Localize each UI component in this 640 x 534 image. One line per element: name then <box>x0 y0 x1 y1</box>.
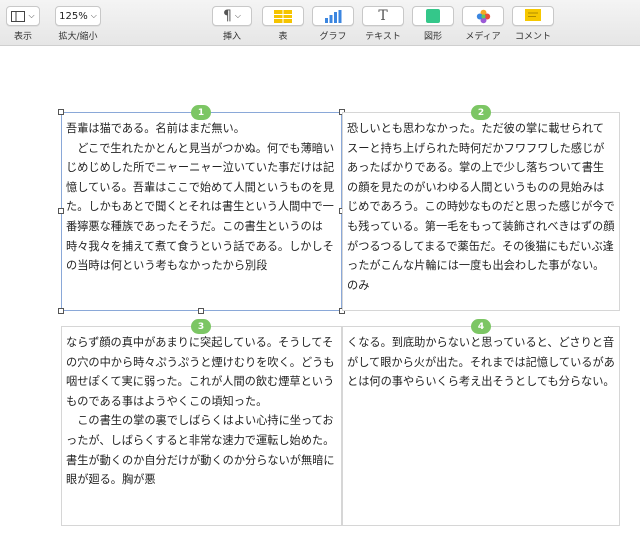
media-button[interactable] <box>462 6 504 26</box>
text-control[interactable]: T テキスト <box>362 6 404 42</box>
frame-text-3[interactable]: ならず顔の真中があまりに突起している。そうしてその穴の中から時々ぷうぷうと煙けむ… <box>66 333 337 490</box>
chart-control[interactable]: グラフ <box>312 6 354 42</box>
chevron-down-icon: ⌵ <box>234 11 241 20</box>
table-control[interactable]: 表 <box>262 6 304 42</box>
pilcrow-icon: ¶ <box>223 8 232 24</box>
text-frame-3[interactable]: ならず顔の真中があまりに突起している。そうしてその穴の中から時々ぷうぷうと煙けむ… <box>61 326 342 526</box>
shape-label: 図形 <box>423 32 442 42</box>
resize-handle-bottom-left[interactable] <box>58 308 64 314</box>
text-frame-4[interactable]: くなる。到底助からないと思っていると、どさりと音がして眼から火が出た。それまでは… <box>342 326 620 526</box>
chart-label: グラフ <box>319 32 347 42</box>
frame-number-badge-2[interactable]: 2 <box>471 105 491 120</box>
insert-control[interactable]: ¶ ⌵ 挿入 <box>212 6 252 42</box>
chevron-down-icon: ⌵ <box>90 11 97 20</box>
text-label: テキスト <box>365 32 401 42</box>
view-label: 表示 <box>13 32 32 42</box>
insert-button[interactable]: ¶ ⌵ <box>212 6 252 26</box>
sidebar-icon <box>11 10 26 22</box>
media-control[interactable]: メディア <box>462 6 504 42</box>
media-label: メディア <box>465 32 501 42</box>
text-frame-2[interactable]: 恐しいとも思わなかった。ただ彼の掌に載せられてスーと持ち上げられた時何だかフワフ… <box>342 112 620 311</box>
toolbar: ⌵ 表示 125% ⌵ 拡大/縮小 ¶ ⌵ 挿入 表 グラフ T テキスト 図形… <box>0 0 640 46</box>
text-frame-1[interactable]: 吾輩は猫である。名前はまだ無い。 どこで生れたかとんと見当がつかぬ。何でも薄暗い… <box>61 112 342 311</box>
insert-label: 挿入 <box>222 32 241 42</box>
zoom-control[interactable]: 125% ⌵ 拡大/縮小 <box>55 6 101 42</box>
frame-text-1[interactable]: 吾輩は猫である。名前はまだ無い。 どこで生れたかとんと見当がつかぬ。何でも薄暗い… <box>66 119 337 276</box>
frame-text-4[interactable]: くなる。到底助からないと思っていると、どさりと音がして眼から火が出た。それまでは… <box>347 333 615 392</box>
zoom-label: 拡大/縮小 <box>58 32 98 42</box>
frame-number-badge-4[interactable]: 4 <box>471 319 491 334</box>
view-control[interactable]: ⌵ 表示 <box>6 6 40 42</box>
shape-button[interactable] <box>412 6 454 26</box>
text-button[interactable]: T <box>362 6 404 26</box>
frame-number-badge-1[interactable]: 1 <box>191 105 211 120</box>
comment-icon <box>525 9 541 21</box>
shape-control[interactable]: 図形 <box>412 6 454 42</box>
resize-handle-left[interactable] <box>58 208 64 214</box>
table-label: 表 <box>278 32 288 42</box>
photos-icon <box>476 9 490 23</box>
frame-text-2[interactable]: 恐しいとも思わなかった。ただ彼の掌に載せられてスーと持ち上げられた時何だかフワフ… <box>347 119 615 295</box>
comment-control[interactable]: コメント <box>512 6 554 42</box>
view-button[interactable]: ⌵ <box>6 6 40 26</box>
frame-number-badge-3[interactable]: 3 <box>191 319 211 334</box>
resize-handle-top-left[interactable] <box>58 109 64 115</box>
text-box-icon: T <box>378 8 388 24</box>
resize-handle-bottom[interactable] <box>198 308 204 314</box>
comment-button[interactable] <box>512 6 554 26</box>
chevron-down-icon: ⌵ <box>28 11 35 20</box>
table-button[interactable] <box>262 6 304 26</box>
comment-label: コメント <box>514 32 551 42</box>
chart-button[interactable] <box>312 6 354 26</box>
zoom-value: 125% <box>59 10 88 22</box>
bar-chart-icon <box>325 9 342 23</box>
zoom-button[interactable]: 125% ⌵ <box>55 6 101 26</box>
shape-icon <box>426 9 440 23</box>
table-icon <box>274 9 292 23</box>
